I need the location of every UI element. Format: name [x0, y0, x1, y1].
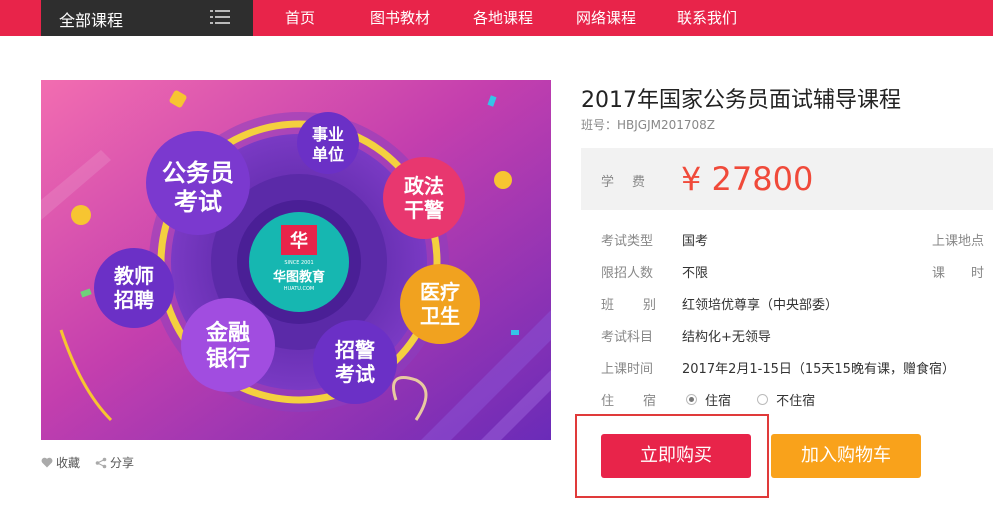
lodging-options: 住宿 不住宿 [686, 390, 815, 409]
top-nav: 全部课程 首页 图书教材 各地课程 网络课程 联系我们 [0, 0, 993, 36]
attr-value: 结构化+无领导 [682, 330, 771, 345]
hours-label: 课时 [932, 266, 984, 281]
share-icon [95, 457, 107, 468]
radio-selected-icon [686, 394, 697, 405]
attr-value: 2017年2月1-15日（15天15晚有课，赠食宿） [682, 362, 955, 377]
nav-link-contact[interactable]: 联系我们 [677, 7, 737, 28]
attr-label: 限招人数 [601, 266, 654, 281]
product-title: 2017年国家公务员面试辅导课程 [581, 88, 901, 113]
attr-label: 班别 [601, 298, 686, 313]
share-button[interactable]: 分享 [95, 454, 134, 471]
nav-link-books[interactable]: 图书教材 [370, 7, 430, 28]
nav-link-home[interactable]: 首页 [285, 7, 315, 28]
cat-shiye-line1: 事业单位 [312, 125, 344, 164]
price-value: ¥ 27800 [681, 160, 814, 198]
price-box: 学费 ¥ 27800 [581, 148, 993, 210]
class-code: 班号：HBJGJM201708Z [581, 118, 716, 132]
attr-label: 上课时间 [601, 362, 654, 377]
all-courses-label: 全部课程 [59, 11, 124, 30]
svg-text:招警考试: 招警考试 [335, 338, 375, 386]
svg-text:华: 华 [290, 230, 308, 252]
logo-since: SINCE 2001 [284, 260, 313, 266]
heart-icon [41, 457, 53, 468]
nav-link-online-courses[interactable]: 网络课程 [576, 7, 636, 28]
lodging-label: 住宿 [601, 394, 686, 409]
logo-url: HUATU.COM [284, 286, 315, 292]
svg-text:金融银行: 金融银行 [205, 320, 250, 372]
product-image: 华 SINCE 2001 华图教育 HUATU.COM 事业单位 公务员考试 政… [41, 80, 551, 440]
add-to-cart-button[interactable]: 加入购物车 [771, 434, 921, 478]
svg-text:政法干警: 政法干警 [404, 174, 444, 222]
share-label: 分享 [110, 456, 135, 470]
all-courses-menu[interactable]: 全部课程 [41, 0, 253, 36]
attr-label: 考试类型 [601, 234, 654, 249]
favorite-button[interactable]: 收藏 [41, 454, 80, 471]
favorite-label: 收藏 [56, 456, 81, 470]
buy-now-button[interactable]: 立即购买 [601, 434, 751, 478]
attr-value: 红领培优尊享（中央部委） [682, 298, 839, 313]
fee-label: 学费 [601, 175, 664, 190]
list-menu-icon [210, 10, 230, 24]
lodging-option-yes[interactable]: 住宿 [686, 390, 731, 409]
location-label: 上课地点 [932, 234, 985, 249]
attr-value: 不限 [682, 266, 709, 281]
lodging-option-no[interactable]: 不住宿 [757, 390, 815, 409]
attr-value: 国考 [682, 234, 709, 249]
radio-empty-icon [757, 394, 769, 405]
logo-name: 华图教育 [273, 269, 325, 285]
svg-text:教师招聘: 教师招聘 [114, 264, 154, 312]
nav-link-regional-courses[interactable]: 各地课程 [473, 7, 533, 28]
svg-text:医疗卫生: 医疗卫生 [420, 280, 460, 328]
attr-label: 考试科目 [601, 330, 654, 345]
